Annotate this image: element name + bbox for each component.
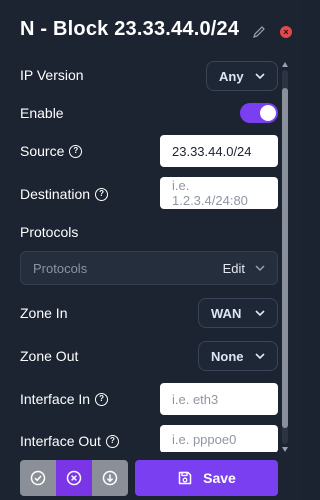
destination-label: Destination ? (20, 186, 109, 202)
page-title: N - Block 23.33.44.0/24 (20, 18, 240, 40)
interface-in-label-text: Interface In (20, 391, 91, 407)
check-circle-icon (30, 470, 46, 486)
zone-out-select[interactable]: None (198, 341, 278, 371)
protocols-edit-label: Edit (222, 260, 245, 276)
pencil-icon[interactable] (252, 25, 266, 39)
action-button-group (20, 460, 128, 496)
toggle-knob (260, 105, 276, 121)
arrow-down-circle-icon (102, 470, 118, 486)
ip-version-label: IP Version (20, 67, 84, 83)
enable-toggle[interactable] (240, 103, 278, 123)
scroll-thumb[interactable] (282, 88, 288, 428)
help-icon[interactable]: ? (95, 392, 109, 406)
protocols-edit-button[interactable]: Edit (223, 261, 265, 276)
interface-in-input[interactable]: i.e. eth3 (160, 383, 278, 415)
x-circle-icon (66, 470, 82, 486)
source-input[interactable]: 23.33.44.0/24 (160, 135, 278, 167)
scroll-up-arrow-icon[interactable] (282, 62, 288, 67)
help-icon[interactable]: ? (95, 187, 109, 201)
ip-version-value: Any (219, 68, 244, 84)
help-icon[interactable]: ? (105, 434, 119, 448)
source-label-text: Source (20, 143, 65, 159)
drop-button[interactable] (92, 460, 128, 496)
zone-out-label: Zone Out (20, 348, 79, 364)
save-icon (178, 471, 192, 485)
chevron-down-icon (255, 265, 265, 271)
footer-toolbar: Save (0, 452, 301, 500)
destination-label-text: Destination (20, 186, 91, 202)
reject-button[interactable] (56, 460, 92, 496)
protocols-placeholder: Protocols (33, 260, 88, 276)
zone-out-value: None (211, 348, 244, 364)
interface-out-input[interactable]: i.e. pppoe0 (160, 425, 278, 453)
accept-button[interactable] (20, 460, 56, 496)
zone-in-value: WAN (211, 305, 242, 321)
chevron-down-icon (255, 310, 265, 317)
chevron-down-icon (255, 353, 265, 360)
interface-out-label: Interface Out ? (20, 433, 119, 449)
interface-out-label-text: Interface Out (20, 433, 101, 449)
protocols-field[interactable]: Protocols Edit (20, 251, 278, 285)
ip-version-select[interactable]: Any (206, 61, 278, 91)
destination-input[interactable]: i.e. 1.2.3.4/24:80 (160, 177, 278, 209)
rule-editor-panel: N - Block 23.33.44.0/24 × IP Version Any… (0, 0, 301, 500)
protocols-label: Protocols (20, 224, 79, 240)
zone-in-label: Zone In (20, 305, 68, 321)
enable-label: Enable (20, 105, 64, 121)
source-label: Source ? (20, 143, 83, 159)
scrollbar[interactable] (282, 62, 288, 452)
interface-in-label: Interface In ? (20, 391, 109, 407)
chevron-down-icon (255, 73, 265, 80)
help-icon[interactable]: ? (69, 144, 83, 158)
zone-in-select[interactable]: WAN (198, 298, 278, 328)
close-icon[interactable]: × (280, 26, 292, 38)
save-label: Save (203, 470, 236, 486)
save-button[interactable]: Save (135, 460, 278, 496)
